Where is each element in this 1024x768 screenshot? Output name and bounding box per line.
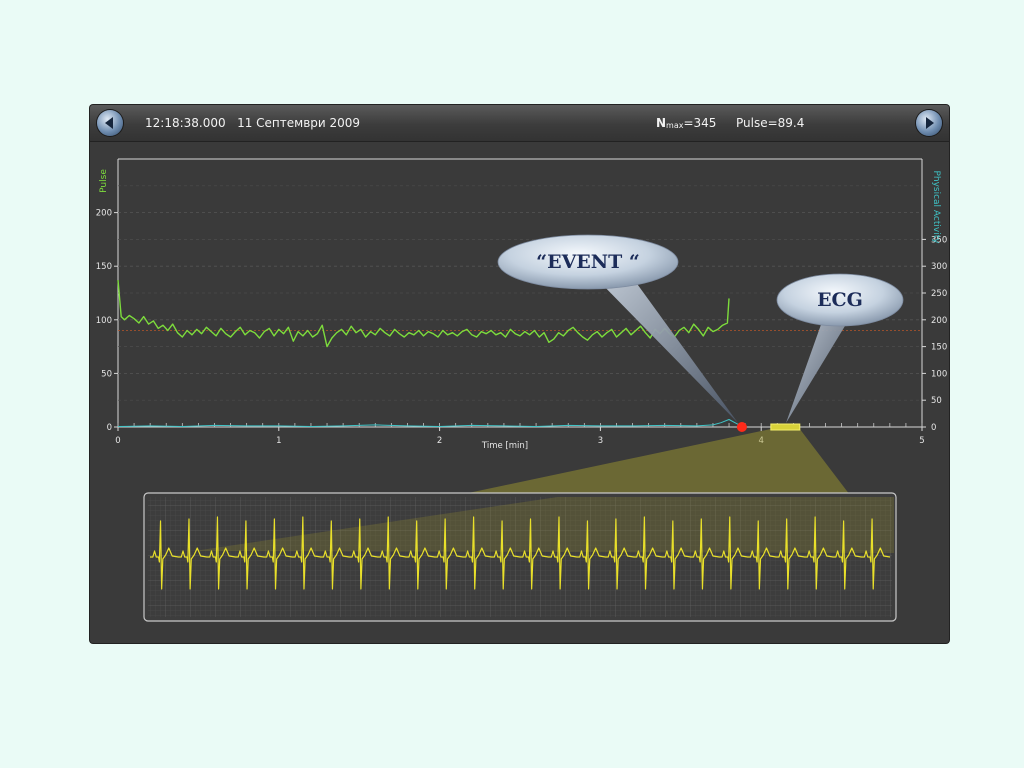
y-axis-label: Pulse	[99, 169, 109, 193]
y2-tick-label: 100	[931, 369, 947, 379]
ecg-callout-tail	[786, 319, 848, 423]
y2-tick-label: 300	[931, 262, 947, 272]
y2-tick-label: 200	[931, 316, 947, 326]
event-callout-tail	[595, 277, 738, 423]
y-tick-label: 0	[107, 423, 112, 433]
x-tick-label: 0	[115, 436, 120, 446]
y2-axis-label: Physical Activity	[931, 170, 941, 244]
y2-tick-label: 50	[931, 396, 942, 406]
y-tick-label: 200	[96, 209, 112, 219]
x-tick-label: 2	[437, 436, 442, 446]
chart-area: 0501001502000501001502002503003500 1 2 3 4 5T…	[96, 158, 947, 622]
x-tick-label: 5	[919, 436, 924, 446]
monitor-window: 12:18:38.000 11 Септември 2009 Nmax=345 …	[90, 105, 949, 643]
y2-tick-label: 0	[931, 423, 936, 433]
y-tick-label: 50	[101, 369, 112, 379]
ecg-callout-text: ECG	[817, 289, 863, 311]
y2-tick-label: 150	[931, 343, 947, 353]
x-axis-label: Time [min]	[481, 441, 528, 451]
x-tick-label: 1	[276, 436, 281, 446]
event-marker	[736, 422, 747, 432]
y-tick-label: 100	[96, 316, 112, 326]
ecg-window-marker	[770, 423, 801, 431]
x-tick-label: 3	[598, 436, 603, 446]
y-tick-label: 150	[96, 262, 112, 272]
event-callout-text: “EVENT “	[536, 251, 640, 273]
y2-tick-label: 250	[931, 289, 947, 299]
